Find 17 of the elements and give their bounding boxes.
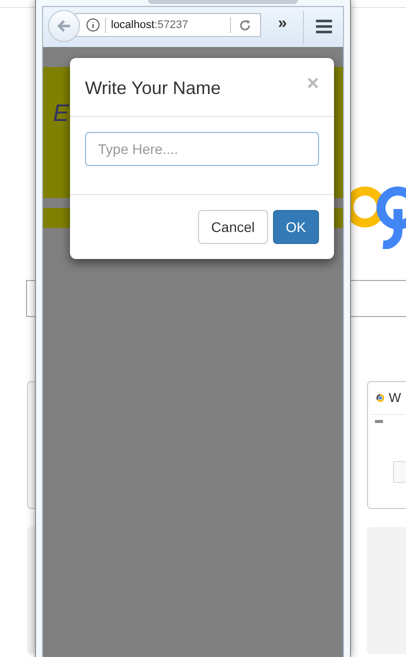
address-bar[interactable]: localhost:57237 bbox=[75, 13, 261, 37]
dialog-title: Write Your Name bbox=[85, 77, 221, 100]
ok-button[interactable]: OK bbox=[272, 210, 319, 244]
tile-card[interactable] bbox=[27, 527, 35, 654]
back-arrow-icon bbox=[56, 18, 72, 34]
menu-icon[interactable] bbox=[315, 19, 333, 34]
tile-card[interactable] bbox=[27, 381, 35, 509]
cancel-button[interactable]: Cancel bbox=[198, 210, 268, 244]
banner-text: E bbox=[53, 102, 70, 126]
name-input[interactable]: Type Here.... bbox=[85, 132, 319, 166]
info-icon bbox=[86, 18, 100, 32]
url-text: localhost:57237 bbox=[111, 18, 188, 33]
tile-card[interactable]: W bbox=[367, 381, 406, 509]
reload-icon[interactable] bbox=[239, 18, 252, 32]
overflow-button[interactable]: » bbox=[278, 16, 287, 32]
tile-title: W bbox=[388, 389, 401, 408]
back-button[interactable] bbox=[48, 10, 80, 42]
